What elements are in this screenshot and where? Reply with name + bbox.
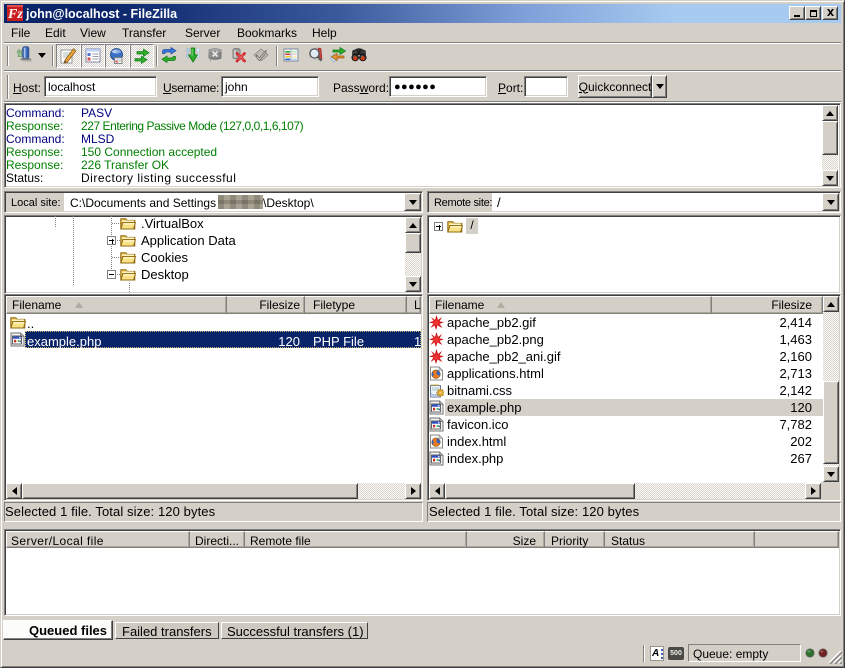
svg-text:Fz: Fz <box>7 7 23 21</box>
